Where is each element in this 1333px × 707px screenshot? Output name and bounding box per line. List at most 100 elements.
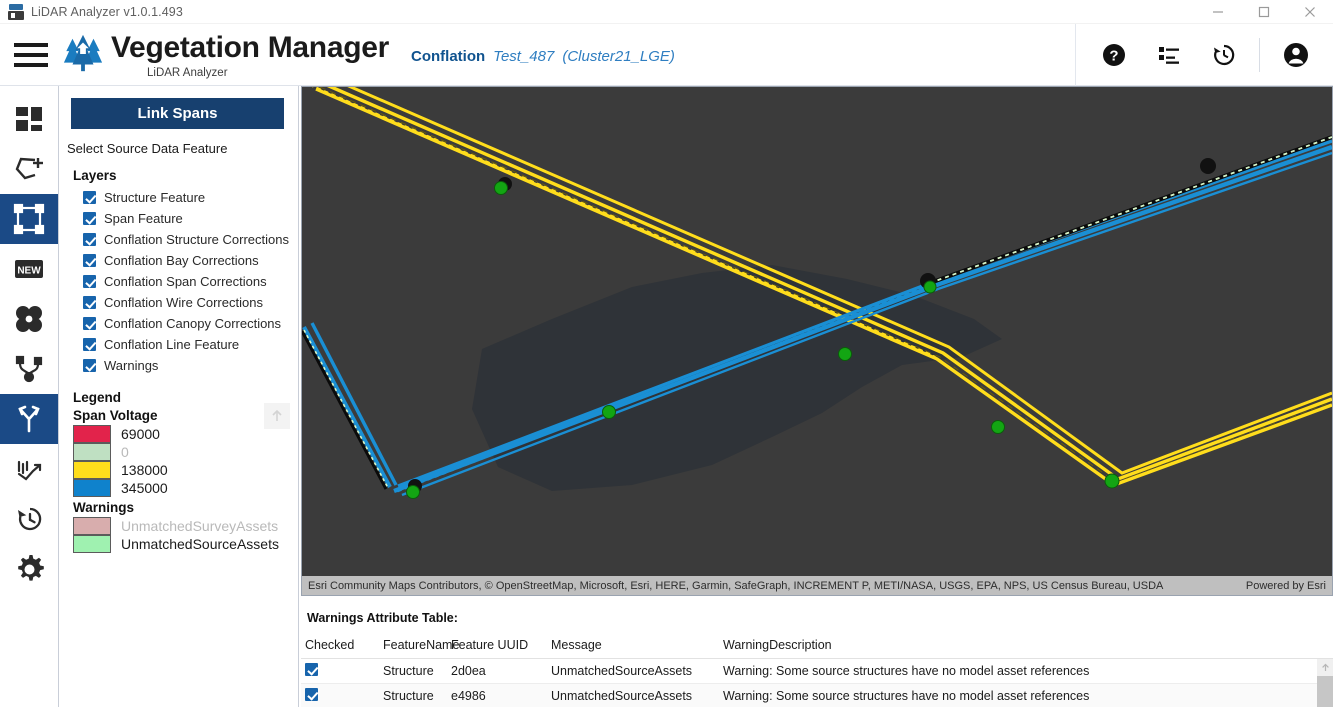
row-checkbox[interactable] [305, 688, 318, 701]
legend-swatch [73, 535, 111, 553]
cell-feature-uuid: e4986 [447, 683, 547, 707]
legend-row: 0 [73, 443, 298, 461]
layer-row[interactable]: Conflation Bay Corrections [83, 250, 298, 271]
layer-label: Conflation Structure Corrections [104, 232, 289, 247]
cell-warning-description: Warning: Some source structures have no … [719, 683, 1333, 707]
layer-checkbox[interactable] [83, 275, 96, 288]
layer-row[interactable]: Conflation Line Feature [83, 334, 298, 355]
legend-row: UnmatchedSurveyAssets [73, 517, 298, 535]
cell-checked[interactable] [301, 683, 379, 707]
window-controls [1195, 0, 1333, 24]
layer-row[interactable]: Span Feature [83, 208, 298, 229]
maximize-button[interactable] [1241, 0, 1287, 24]
column-header-checked[interactable]: Checked [301, 635, 379, 659]
select-extent-icon[interactable] [0, 194, 58, 244]
layer-label: Conflation Bay Corrections [104, 253, 259, 268]
table-row[interactable]: Structure e4986 UnmatchedSourceAssets Warni… [301, 683, 1333, 707]
column-header-feature-name[interactable]: FeatureName [379, 635, 459, 659]
dashboard-icon[interactable] [0, 94, 58, 144]
table-scrollbar[interactable] [1317, 659, 1333, 707]
warnings-table: Checked FeatureName Feature UUID Message… [301, 635, 1333, 707]
svg-text:?: ? [1109, 47, 1118, 64]
canopy-icon[interactable] [0, 294, 58, 344]
layer-row[interactable]: Conflation Canopy Corrections [83, 313, 298, 334]
svg-text:NEW: NEW [17, 266, 41, 277]
legend-group-title: Warnings [73, 500, 135, 515]
map-attribution: Esri Community Maps Contributors, © Open… [302, 576, 1332, 595]
header-divider [1259, 37, 1260, 72]
warnings-attribute-table: Warnings Attribute Table: Checked Featur… [301, 597, 1333, 707]
minimize-button[interactable] [1195, 0, 1241, 24]
lidar-app-icon [8, 3, 24, 20]
cell-warning-description: Warning: Some source structures have no … [719, 658, 1333, 684]
legend-row: UnmatchedSourceAssets [73, 535, 298, 553]
row-checkbox[interactable] [305, 663, 318, 676]
account-icon[interactable] [1268, 24, 1323, 86]
left-icon-rail: NEW [0, 86, 59, 707]
hamburger-menu-icon[interactable] [0, 24, 62, 86]
window-title: LiDAR Analyzer v1.0.1.493 [31, 4, 183, 19]
layer-checkbox[interactable] [83, 212, 96, 225]
layer-checkbox[interactable] [83, 233, 96, 246]
map-canvas[interactable] [302, 87, 1332, 595]
layer-checkbox[interactable] [83, 296, 96, 309]
legend-row: 138000 [73, 461, 298, 479]
legend-swatch [73, 425, 111, 443]
list-settings-icon[interactable] [1141, 24, 1196, 86]
layer-checkbox[interactable] [83, 359, 96, 372]
layer-list: Structure Feature Span Feature Conflation … [83, 187, 298, 376]
layer-checkbox[interactable] [83, 191, 96, 204]
table-row[interactable]: Structure 2d0ea UnmatchedSourceAssets Warni… [301, 658, 1333, 684]
trees-logo-icon [63, 34, 103, 71]
cell-feature-uuid: 2d0ea [447, 658, 547, 684]
breadcrumb-project[interactable]: Test_487 [493, 48, 554, 65]
cell-message: UnmatchedSourceAssets [547, 658, 719, 684]
legend-label: UnmatchedSourceAssets [121, 536, 279, 552]
arrow-up-icon[interactable] [264, 403, 290, 429]
legend-label: UnmatchedSurveyAssets [121, 518, 279, 534]
layer-row[interactable]: Conflation Wire Corrections [83, 292, 298, 313]
analytics-icon[interactable] [0, 444, 58, 494]
layer-label: Span Feature [104, 211, 183, 226]
select-source-prompt: Select Source Data Feature [67, 141, 228, 156]
breadcrumb-cluster[interactable]: (Cluster21_LGE) [562, 48, 675, 65]
layer-row[interactable]: Conflation Structure Corrections [83, 229, 298, 250]
layer-row[interactable]: Conflation Span Corrections [83, 271, 298, 292]
network-branch-icon[interactable] [0, 344, 58, 394]
legend-label: 138000 [121, 462, 168, 478]
column-header-message[interactable]: Message [547, 635, 719, 659]
arrow-up-icon[interactable] [1317, 659, 1333, 676]
new-badge-icon[interactable]: NEW [0, 244, 58, 294]
table-body: Structure 2d0ea UnmatchedSourceAssets Warni… [301, 658, 1333, 707]
layer-checkbox[interactable] [83, 338, 96, 351]
window-title-bar: LiDAR Analyzer v1.0.1.493 [0, 0, 1333, 24]
layer-checkbox[interactable] [83, 254, 96, 267]
help-icon[interactable]: ? [1086, 24, 1141, 86]
column-header-feature-uuid[interactable]: Feature UUID [447, 635, 547, 659]
scrollbar-thumb[interactable] [1317, 676, 1333, 707]
layer-checkbox[interactable] [83, 317, 96, 330]
layer-row[interactable]: Structure Feature [83, 187, 298, 208]
history-icon[interactable] [0, 494, 58, 544]
column-header-warning-description[interactable]: WarningDescription [719, 635, 1333, 659]
app-header: Vegetation Manager LiDAR Analyzer Confla… [0, 23, 1333, 86]
cell-feature-name: Structure [379, 683, 447, 707]
breadcrumb-section[interactable]: Conflation [411, 48, 485, 65]
legend-swatch [73, 479, 111, 497]
cell-checked[interactable] [301, 658, 379, 684]
table-title: Warnings Attribute Table: [307, 611, 458, 625]
add-polygon-icon[interactable] [0, 144, 58, 194]
brand-block: Vegetation Manager LiDAR Analyzer [62, 31, 389, 79]
history-icon[interactable] [1196, 24, 1251, 86]
layers-panel: Link Spans Select Source Data Feature La… [59, 86, 299, 707]
settings-gear-icon[interactable] [0, 544, 58, 594]
legend-row: 345000 [73, 479, 298, 497]
attribution-text: Esri Community Maps Contributors, © Open… [308, 579, 1164, 592]
link-spans-button[interactable]: Link Spans [71, 98, 284, 129]
close-button[interactable] [1287, 0, 1333, 24]
map-view[interactable]: Esri Community Maps Contributors, © Open… [301, 86, 1333, 596]
conflation-merge-icon[interactable] [0, 394, 58, 444]
header-actions: ? [1075, 23, 1333, 86]
layer-label: Conflation Wire Corrections [104, 295, 263, 310]
layer-row[interactable]: Warnings [83, 355, 298, 376]
